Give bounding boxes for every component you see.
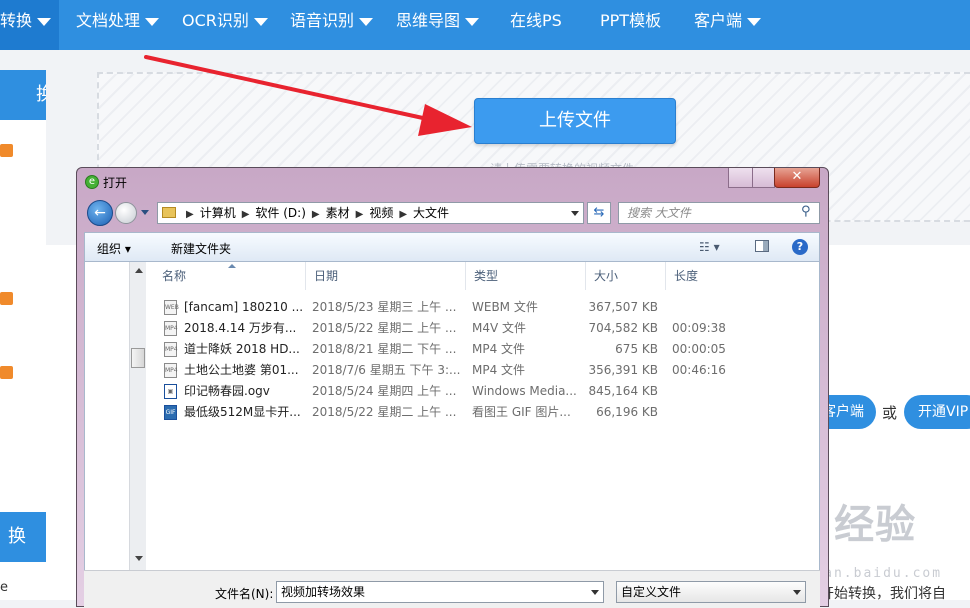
file-type: MP4 文件 <box>472 342 526 356</box>
column-header-type[interactable]: 类型 <box>466 262 586 290</box>
file-row[interactable]: MP4 道士降妖 2018 HD... 2018/8/21 星期二 下午 ...… <box>146 339 820 360</box>
chevron-down-icon[interactable] <box>793 590 801 595</box>
chevron-down-icon[interactable] <box>571 211 579 216</box>
file-date: 2018/5/22 星期二 上午 ... <box>312 321 457 335</box>
file-name: 2018.4.14 万步有... <box>184 321 297 335</box>
file-size: 356,391 KB <box>588 363 658 377</box>
file-name: [fancam] 180210 ... <box>184 300 304 314</box>
view-options-icon[interactable]: ☷ ▾ <box>699 240 720 254</box>
chevron-right-icon[interactable]: ▶ <box>186 209 194 220</box>
refresh-icon: ⇆ <box>593 205 605 220</box>
new-folder-button[interactable]: 新建文件夹 <box>171 240 231 257</box>
chevron-down-icon[interactable] <box>591 590 599 595</box>
file-row[interactable]: WEB [fancam] 180210 ... 2018/5/23 星期三 上午… <box>146 297 820 318</box>
search-input[interactable]: 搜索 大文件 <box>618 202 820 224</box>
video-file-icon: MP4 <box>164 363 178 378</box>
history-dropdown-icon[interactable] <box>141 210 149 215</box>
video-file-icon: MP4 <box>164 321 178 336</box>
file-name: 道士降妖 2018 HD... <box>184 342 300 356</box>
file-length: 00:46:16 <box>672 363 726 377</box>
file-name: 最低级512M显卡开... <box>184 405 301 419</box>
filename-value: 视频加转场效果 <box>281 585 366 599</box>
close-button[interactable]: ✕ <box>774 168 820 188</box>
chevron-right-icon[interactable]: ▶ <box>356 209 364 220</box>
media-file-icon: ▣ <box>164 384 177 399</box>
file-date: 2018/5/23 星期三 上午 ... <box>312 300 457 314</box>
forward-button[interactable] <box>115 202 137 224</box>
file-size: 367,507 KB <box>588 300 658 314</box>
file-list: 名称 日期 类型 大小 长度 WEB [fancam] 180210 ... 2… <box>146 262 820 570</box>
breadcrumb-material[interactable]: 素材 <box>326 206 350 220</box>
file-type: Windows Media... <box>472 384 577 398</box>
dialog-toolbar: 组织 ▾ 新建文件夹 ☷ ▾ ? <box>84 232 820 262</box>
column-header-length[interactable]: 长度 <box>666 262 820 290</box>
address-bar[interactable]: ▶ 计算机 ▶ 软件 (D:) ▶ 素材 ▶ 视频 ▶ 大文件 <box>157 202 584 224</box>
chevron-right-icon[interactable]: ▶ <box>399 209 407 220</box>
column-header-size[interactable]: 大小 <box>586 262 666 290</box>
column-label: 名称 <box>162 269 187 283</box>
sort-ascending-icon <box>228 264 236 268</box>
column-label: 长度 <box>674 269 699 283</box>
file-type: M4V 文件 <box>472 321 527 335</box>
video-file-icon: WEB <box>164 300 179 315</box>
breadcrumb-large-files[interactable]: 大文件 <box>413 206 449 220</box>
preview-pane-icon[interactable] <box>755 240 769 252</box>
gif-file-icon: GIF <box>164 405 177 420</box>
column-label: 类型 <box>474 269 499 283</box>
scrollbar-thumb[interactable] <box>131 348 145 368</box>
open-file-dialog: e 打开 ✕ ← ▶ 计算机 ▶ 软件 (D:) ▶ 素材 ▶ 视频 ▶ 大文件 ⇆ 搜索 大文件… <box>76 167 829 608</box>
column-label: 大小 <box>594 269 619 283</box>
folder-icon <box>162 207 176 218</box>
filename-label: 文件名(N): <box>215 587 274 601</box>
column-header-date[interactable]: 日期 <box>306 262 466 290</box>
file-date: 2018/5/22 星期二 上午 ... <box>312 405 457 419</box>
file-type: 看图王 GIF 图片... <box>472 405 571 419</box>
arrow-left-icon: ← <box>94 205 106 221</box>
navigation-pane <box>84 262 146 570</box>
file-size: 675 KB <box>615 342 658 356</box>
file-row[interactable]: MP4 2018.4.14 万步有... 2018/5/22 星期二 上午 ..… <box>146 318 820 339</box>
column-label: 日期 <box>314 269 339 283</box>
breadcrumb-drive[interactable]: 软件 (D:) <box>255 206 305 220</box>
file-type: MP4 文件 <box>472 363 526 377</box>
scroll-down-icon[interactable] <box>135 556 143 561</box>
file-size: 845,164 KB <box>588 384 658 398</box>
file-row[interactable]: MP4 土地公土地婆 第01... 2018/7/6 星期五 下午 3:... … <box>146 360 820 381</box>
file-date: 2018/5/24 星期四 上午 ... <box>312 384 457 398</box>
file-size: 704,582 KB <box>588 321 658 335</box>
app-icon: e <box>85 175 99 189</box>
file-size: 66,196 KB <box>596 405 658 419</box>
scroll-up-icon[interactable] <box>135 268 143 273</box>
back-button[interactable]: ← <box>87 200 113 226</box>
dialog-footer: 文件名(N): 视频加转场效果 自定义文件 <box>84 570 820 608</box>
breadcrumb-video[interactable]: 视频 <box>369 206 393 220</box>
file-date: 2018/7/6 星期五 下午 3:... <box>312 363 461 377</box>
file-name: 印记畅春园.ogv <box>184 384 270 398</box>
column-header-name[interactable]: 名称 <box>146 262 306 290</box>
minimize-button[interactable] <box>728 168 753 188</box>
help-icon[interactable]: ? <box>792 239 808 255</box>
chevron-right-icon[interactable]: ▶ <box>312 209 320 220</box>
file-type: WEBM 文件 <box>472 300 538 314</box>
file-row[interactable]: ▣ 印记畅春园.ogv 2018/5/24 星期四 上午 ... Windows… <box>146 381 820 402</box>
navigation-scrollbar[interactable] <box>129 262 146 570</box>
video-file-icon: MP4 <box>164 342 178 357</box>
file-row[interactable]: GIF 最低级512M显卡开... 2018/5/22 星期二 上午 ... 看… <box>146 402 820 423</box>
organize-menu[interactable]: 组织 ▾ <box>97 240 131 257</box>
search-icon[interactable]: ⚲ <box>801 204 811 219</box>
maximize-button[interactable] <box>752 168 775 188</box>
file-date: 2018/8/21 星期二 下午 ... <box>312 342 457 356</box>
refresh-button[interactable]: ⇆ <box>587 202 611 224</box>
chevron-right-icon[interactable]: ▶ <box>242 209 250 220</box>
file-length: 00:09:38 <box>672 321 726 335</box>
file-length: 00:00:05 <box>672 342 726 356</box>
breadcrumb-computer[interactable]: 计算机 <box>200 206 236 220</box>
file-name: 土地公土地婆 第01... <box>184 363 299 377</box>
filetype-value: 自定义文件 <box>621 585 682 599</box>
dialog-title: 打开 <box>103 176 128 190</box>
